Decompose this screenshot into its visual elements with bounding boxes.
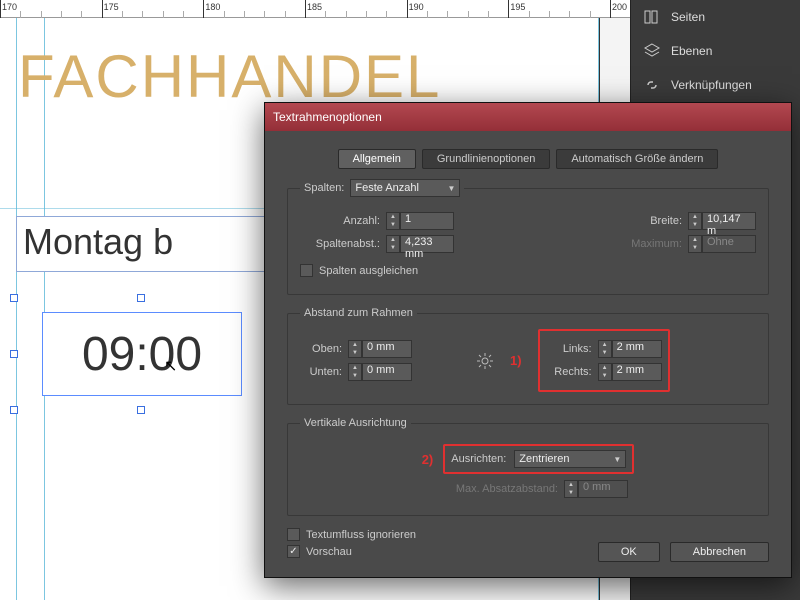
cancel-button[interactable]: Abbrechen (670, 542, 769, 562)
pages-icon (643, 8, 661, 26)
maximum-label: Maximum: (612, 238, 682, 250)
dialog-titlebar[interactable]: Textrahmenoptionen (265, 103, 791, 131)
links-icon (643, 76, 661, 94)
spaltenabst-label: Spaltenabst.: (300, 238, 380, 250)
tab-allgemein[interactable]: Allgemein (338, 149, 416, 169)
unten-input[interactable]: 0 mm (362, 363, 412, 381)
links-input[interactable]: 2 mm (612, 340, 662, 358)
layers-icon (643, 42, 661, 60)
ausrichten-label: Ausrichten: (451, 453, 506, 465)
vorschau-checkbox[interactable] (287, 545, 300, 558)
vertikal-legend: Vertikale Ausrichtung (300, 417, 411, 429)
annotation-2: 2) (422, 452, 434, 467)
selection-bounds (14, 298, 268, 410)
spalten-legend: Spalten: (304, 182, 344, 194)
oben-input[interactable]: 0 mm (362, 340, 412, 358)
highlight-box-1: Links: ▲▼2 mm Rechts: ▲▼2 mm (538, 329, 670, 392)
links-label: Links: (546, 343, 592, 355)
unten-spinner[interactable]: ▲▼ (348, 363, 362, 381)
vorschau-label: Vorschau (306, 546, 352, 558)
rechts-label: Rechts: (546, 366, 592, 378)
unten-label: Unten: (300, 366, 342, 378)
panel-label: Ebenen (671, 44, 712, 58)
highlight-box-2: Ausrichten: Zentrieren▼ (443, 444, 634, 474)
breite-label: Breite: (612, 215, 682, 227)
ausrichten-select[interactable]: Zentrieren▼ (514, 450, 626, 468)
spalten-ausgleichen-label: Spalten ausgleichen (319, 265, 418, 277)
links-spinner[interactable]: ▲▼ (598, 340, 612, 358)
textumfluss-label: Textumfluss ignorieren (306, 529, 416, 541)
abstand-legend: Abstand zum Rahmen (300, 307, 417, 319)
fieldset-abstand: Abstand zum Rahmen Oben: ▲▼0 mm Unten: ▲… (287, 307, 769, 405)
panel-label: Seiten (671, 10, 705, 24)
fieldset-spalten: Spalten: Feste Anzahl▼ Anzahl: ▲▼1 Spalt… (287, 179, 769, 295)
headline-text: FACHHANDEL (18, 42, 441, 111)
tab-auto-groesse[interactable]: Automatisch Größe ändern (556, 149, 718, 169)
horizontal-ruler: 170175180185190195200 (0, 0, 630, 18)
annotation-1: 1) (510, 353, 522, 368)
spaltenabst-input[interactable]: 4,233 mm (400, 235, 454, 253)
max-absatz-spinner: ▲▼ (564, 480, 578, 498)
fieldset-vertikal: Vertikale Ausrichtung 2) Ausrichten: Zen… (287, 417, 769, 516)
rechts-spinner[interactable]: ▲▼ (598, 363, 612, 381)
spaltenabst-spinner[interactable]: ▲▼ (386, 235, 400, 253)
rechts-input[interactable]: 2 mm (612, 363, 662, 381)
breite-input[interactable]: 10,147 m (702, 212, 756, 230)
maximum-spinner: ▲▼ (688, 235, 702, 253)
panel-item-seiten[interactable]: Seiten (631, 0, 800, 34)
panel-item-ebenen[interactable]: Ebenen (631, 34, 800, 68)
max-absatz-input: 0 mm (578, 480, 628, 498)
anzahl-input[interactable]: 1 (400, 212, 454, 230)
link-values-icon[interactable] (476, 352, 494, 370)
dialog-tabs: Allgemein Grundlinienoptionen Automatisc… (287, 149, 769, 169)
maximum-input: Ohne (702, 235, 756, 253)
oben-label: Oben: (300, 343, 342, 355)
dialog-title: Textrahmenoptionen (273, 110, 382, 124)
anzahl-spinner[interactable]: ▲▼ (386, 212, 400, 230)
max-absatz-label: Max. Absatzabstand: (428, 483, 558, 495)
oben-spinner[interactable]: ▲▼ (348, 340, 362, 358)
panel-item-verknuepfungen[interactable]: Verknüpfungen (631, 68, 800, 102)
ok-button[interactable]: OK (598, 542, 660, 562)
breite-spinner[interactable]: ▲▼ (688, 212, 702, 230)
spalten-type-select[interactable]: Feste Anzahl▼ (350, 179, 460, 197)
text-frame-options-dialog: Textrahmenoptionen Allgemein Grundlinien… (264, 102, 792, 578)
tab-grundlinienoptionen[interactable]: Grundlinienoptionen (422, 149, 550, 169)
panel-label: Verknüpfungen (671, 78, 752, 92)
text-frame-1[interactable]: Montag b (16, 216, 266, 272)
spalten-ausgleichen-checkbox[interactable] (300, 264, 313, 277)
anzahl-label: Anzahl: (300, 215, 380, 227)
